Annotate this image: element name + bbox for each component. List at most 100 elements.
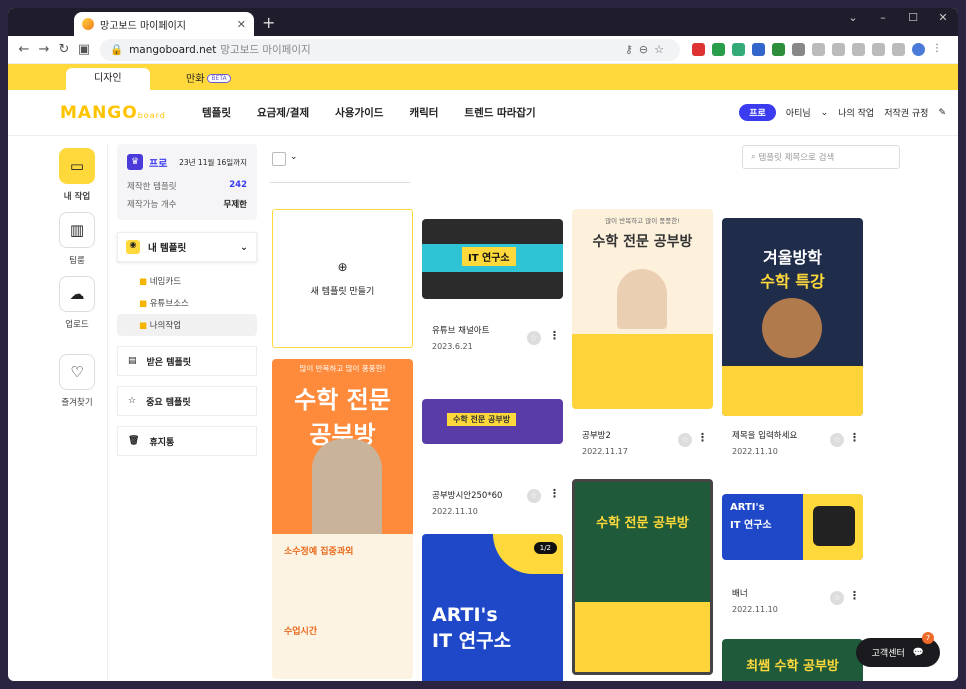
template-meta: 공부방2 2022.11.17 (572, 429, 638, 456)
template-thumbnail[interactable]: 겨울방학 수학 특강 (722, 218, 863, 416)
maximize-button[interactable]: ☐ (898, 8, 928, 28)
star-icon[interactable]: ☆ (527, 489, 541, 503)
chevron-down-icon[interactable]: ⌄ (290, 152, 298, 162)
template-name[interactable]: 제목을 입력하세요 (732, 429, 797, 441)
template-thumbnail[interactable]: 수학 전문 공부방 (572, 479, 713, 675)
upload-icon[interactable]: ☁ (59, 276, 95, 312)
template-thumbnail[interactable]: 최쌤 수학 공부방 (722, 639, 863, 681)
template-meta: 배너 2022.11.10 (722, 587, 788, 614)
template-name[interactable]: 배너 (732, 587, 778, 599)
more-icon[interactable]: ⋮ (932, 43, 942, 56)
template-thumbnail[interactable]: 1/2 ARTI's IT 연구소 (422, 534, 563, 681)
extension-icon[interactable] (852, 43, 865, 56)
avail-value: 무제한 (223, 200, 247, 210)
more-icon[interactable]: ⋮ (549, 329, 560, 342)
back-icon[interactable]: ← (14, 42, 34, 57)
close-tab-icon[interactable]: ✕ (237, 18, 246, 31)
notification-badge: 7 (922, 632, 934, 644)
menu-pricing[interactable]: 요금제/결제 (257, 105, 309, 120)
copyright-link[interactable]: 저작권 규정 (884, 106, 928, 119)
nav-my-work[interactable]: 내 작업 (47, 190, 107, 202)
extension-icon[interactable] (712, 43, 725, 56)
extension-icon[interactable] (832, 43, 845, 56)
menu-templates[interactable]: 템플릿 (202, 105, 231, 120)
star-icon[interactable]: ☆ (830, 591, 844, 605)
template-thumbnail[interactable]: 많이 반복하고 많이 풍풍한! 수학 전문 공부방 (572, 209, 713, 409)
new-tab-button[interactable]: + (262, 13, 275, 32)
search-input[interactable]: ⌕ 템플릿 제목으로 검색 (742, 145, 900, 169)
tab-comic[interactable]: 만화 BETA (158, 68, 259, 90)
my-work-link[interactable]: 나의 작업 (838, 106, 874, 119)
new-template-button[interactable]: ⊕ 새 템플릿 만들기 (272, 209, 413, 348)
extension-icon[interactable] (792, 43, 805, 56)
nav-favorites[interactable]: 즐겨찾기 (47, 396, 107, 408)
template-date: 2022.11.10 (732, 447, 778, 456)
folder-item[interactable]: ■ 유튜브소스 (117, 292, 257, 314)
browser-window: 망고보드 마이페이지 ✕ + ⌄ – ☐ ✕ ← → ↻ ▣ 🔒 mangobo… (8, 8, 958, 681)
top-tabs-bar: 디자인 만화 BETA (8, 64, 958, 90)
extension-icon[interactable] (872, 43, 885, 56)
chevron-down-icon[interactable]: ⌄ (821, 108, 829, 118)
pro-badge[interactable]: 프로 (739, 104, 776, 121)
folder-item[interactable]: ■ 네임카드 (117, 270, 257, 292)
team-icon[interactable]: ▥ (59, 212, 95, 248)
tab-title: 망고보드 마이페이지 (100, 20, 186, 32)
sidepanel-icon[interactable] (892, 43, 905, 56)
user-menu[interactable]: 아티님 (786, 106, 811, 119)
template-name[interactable]: 공부방2 (582, 429, 628, 441)
lock-icon: 🔒 (110, 44, 124, 56)
template-thumbnail[interactable]: ARTI's IT 연구소 (722, 494, 863, 560)
star-icon[interactable]: ☆ (830, 433, 844, 447)
forward-icon[interactable]: → (34, 42, 54, 57)
heart-icon[interactable]: ♡ (59, 354, 95, 390)
nav-team[interactable]: 팀룸 (47, 254, 107, 266)
template-thumbnail[interactable]: 많이 반복하고 많이 풍풍한! 수학 전문 공부방 소수정예 집중과외 수업시간 (272, 359, 413, 679)
menu-trends[interactable]: 트렌드 따라잡기 (464, 105, 535, 120)
important-templates[interactable]: ☆ 중요 템플릿 (117, 386, 257, 416)
select-all-checkbox[interactable] (272, 152, 286, 166)
customer-center-button[interactable]: 고객센터 💬 7 (855, 632, 940, 667)
menu-guide[interactable]: 사용가이드 (335, 105, 383, 120)
reload-icon[interactable]: ↻ (54, 42, 74, 57)
template-date: 2022.11.17 (582, 447, 628, 456)
folder-icon[interactable]: ▭ (59, 148, 95, 184)
star-icon[interactable]: ☆ (527, 331, 541, 345)
extension-icon[interactable] (732, 43, 745, 56)
my-templates-toggle[interactable]: ◉ 내 템플릿 ⌄ (117, 232, 257, 262)
received-templates[interactable]: ▤ 받은 템플릿 (117, 346, 257, 376)
omnibox-actions-icon[interactable]: ⚷⊖☆ (625, 43, 670, 56)
mangoboard-logo[interactable]: MANGOboard (60, 103, 180, 123)
omnibox[interactable]: 🔒 mangoboard.net 망고보드 마이페이지 ⚷⊖☆ (100, 38, 680, 61)
minimize-button[interactable]: – (868, 8, 898, 28)
tab-design[interactable]: 디자인 (66, 68, 150, 90)
thumb-title: ARTI's (730, 502, 765, 513)
pen-icon[interactable]: ✎ (938, 108, 946, 118)
more-icon[interactable]: ⋮ (849, 589, 860, 602)
template-thumbnail[interactable]: 수학 전문 공부방 (422, 399, 563, 444)
nav-upload[interactable]: 업로드 (47, 318, 107, 330)
more-icon[interactable]: ⋮ (849, 431, 860, 444)
thumb-title: 수학 특강 (760, 272, 825, 291)
folder-item[interactable]: ■ 나의작업 (117, 314, 257, 336)
more-icon[interactable]: ⋮ (697, 431, 708, 444)
person-image (312, 439, 382, 534)
template-name[interactable]: 유튜브 채널아트 (432, 324, 489, 336)
profile-avatar[interactable] (912, 43, 925, 56)
extension-icon[interactable] (752, 43, 765, 56)
thumb-title: 최쌤 수학 공부방 (746, 659, 839, 674)
extension-icon[interactable] (692, 43, 705, 56)
trash-icon: 🗑 (128, 436, 140, 446)
template-date: 2022.11.10 (732, 605, 778, 614)
browser-tab[interactable]: 망고보드 마이페이지 ✕ (74, 12, 254, 36)
more-icon[interactable]: ⋮ (549, 487, 560, 500)
menu-characters[interactable]: 캐릭터 (409, 105, 438, 120)
trash[interactable]: 🗑 휴지통 (117, 426, 257, 456)
extension-icon[interactable] (772, 43, 785, 56)
template-name[interactable]: 공부방시안250*60 (432, 489, 502, 501)
star-icon[interactable]: ☆ (678, 433, 692, 447)
reader-icon[interactable]: ▣ (74, 42, 94, 57)
close-window-button[interactable]: ✕ (928, 8, 958, 28)
download-icon[interactable] (812, 43, 825, 56)
template-thumbnail[interactable]: IT 연구소 (422, 219, 563, 299)
tab-search-button[interactable]: ⌄ (838, 8, 868, 28)
